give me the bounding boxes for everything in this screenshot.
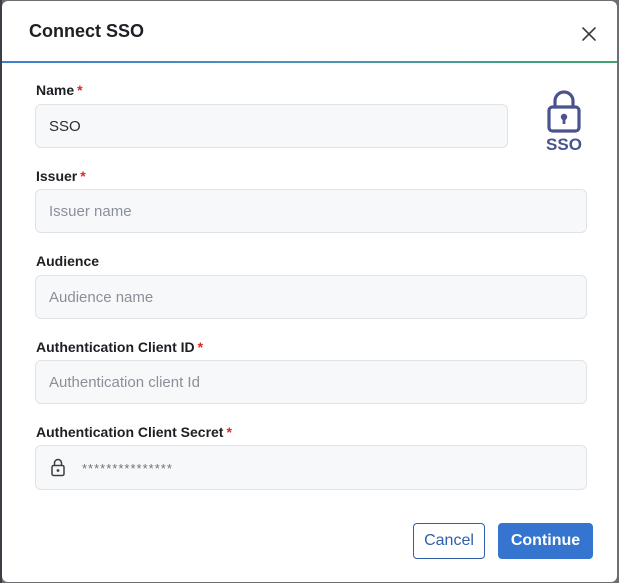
name-input[interactable] [35, 104, 508, 148]
cancel-button[interactable]: Cancel [413, 523, 485, 559]
sso-badge: SSO [539, 87, 589, 157]
required-asterisk: * [77, 82, 83, 98]
sso-badge-text: SSO [546, 135, 582, 154]
name-label: Name * [36, 82, 83, 98]
issuer-input[interactable] [35, 189, 587, 233]
header-divider [2, 61, 617, 63]
lock-icon [547, 90, 581, 133]
client-id-input[interactable] [35, 360, 587, 404]
close-icon[interactable] [580, 25, 598, 43]
audience-label: Audience [36, 253, 100, 269]
lock-icon [51, 458, 65, 477]
audience-input[interactable] [35, 275, 587, 319]
required-asterisk: * [226, 424, 232, 440]
client-secret-input[interactable] [80, 446, 584, 491]
issuer-label: Issuer * [36, 168, 86, 184]
connect-sso-dialog: Connect SSO Name* SSO Issuer* Audience A… [2, 1, 617, 582]
client-secret-field [35, 445, 587, 491]
required-asterisk: * [80, 168, 86, 184]
client-secret-label: Authentication Client Secret * [36, 424, 232, 440]
required-asterisk: * [197, 339, 204, 355]
dialog-title: Connect SSO [29, 21, 145, 41]
continue-button[interactable]: Continue [498, 523, 593, 559]
dialog-header: Connect SSO [2, 1, 617, 61]
client-id-label: Authentication Client ID * [36, 339, 204, 355]
